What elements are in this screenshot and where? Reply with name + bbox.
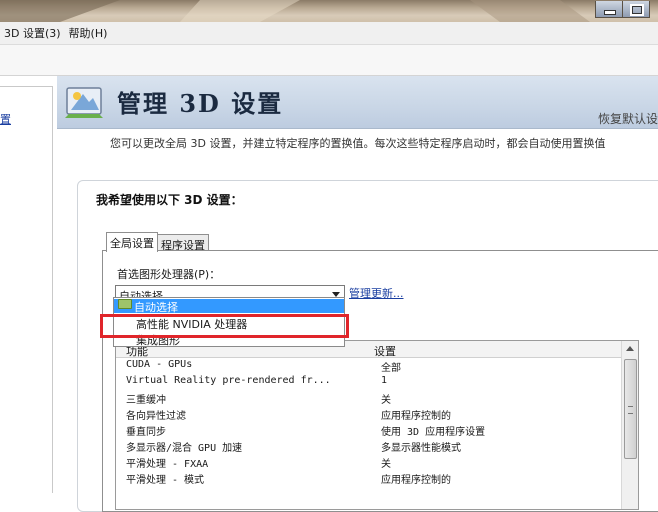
- feature-setting: 应用程序控制的: [381, 475, 451, 486]
- feature-name: Virtual Reality pre-rendered fr...: [126, 375, 331, 386]
- feature-setting: 关: [381, 395, 391, 406]
- minimize-icon: [604, 10, 616, 15]
- tab-global-settings[interactable]: 全局设置: [106, 232, 158, 252]
- settings-heading: 我希望使用以下 3D 设置：: [96, 193, 243, 207]
- highlight-annotation: [100, 314, 349, 338]
- feature-settings-list: 功能 设置 CUDA - GPUs 全部 Virtual Reality pre…: [115, 340, 639, 510]
- task-tree-panel: 置: [0, 86, 53, 493]
- tab-panel-global: 首选图形处理器(P)： 自动选择 管理更新... 功能 设置 CUDA - GP…: [102, 250, 658, 512]
- preferred-gpu-label: 首选图形处理器(P)：: [117, 268, 221, 281]
- table-row[interactable]: 三重缓冲 关: [116, 390, 621, 406]
- option-auto-select[interactable]: 自动选择: [114, 299, 344, 314]
- table-row[interactable]: 垂直同步 使用 3D 应用程序设置: [116, 422, 621, 438]
- maximize-icon: [630, 4, 644, 16]
- column-header-setting[interactable]: 设置: [374, 343, 396, 359]
- page-banner: 管理 3D 设置 恢复默认设: [57, 76, 658, 129]
- restore-defaults-link[interactable]: 恢复默认设: [598, 110, 658, 127]
- table-row[interactable]: 各向异性过滤 应用程序控制的: [116, 406, 621, 422]
- settings-tabs: 全局设置 程序设置: [106, 232, 209, 252]
- feature-setting: 使用 3D 应用程序设置: [381, 427, 486, 438]
- toolbar: [0, 45, 658, 76]
- feature-setting: 应用程序控制的: [381, 411, 451, 422]
- table-row[interactable]: Virtual Reality pre-rendered fr... 1: [116, 374, 621, 390]
- window-title-bar: [0, 0, 658, 22]
- manage-updates-link[interactable]: 管理更新...: [349, 285, 404, 301]
- feature-setting: 1: [381, 375, 388, 386]
- feature-name: 平滑处理 - FXAA: [126, 459, 209, 470]
- title-bar-wallpaper: [0, 0, 590, 22]
- nvidia-3d-settings-icon: [65, 87, 103, 118]
- feature-setting: 关: [381, 459, 391, 470]
- feature-setting: 多显示器性能模式: [381, 443, 461, 454]
- feature-name: 各向异性过滤: [126, 411, 186, 422]
- page-description: 您可以更改全局 3D 设置，并建立特定程序的置换值。每次这些特定程序启动时，都会…: [110, 137, 606, 150]
- tree-item-link[interactable]: 置: [0, 111, 11, 127]
- page-title: 管理 3D 设置: [117, 89, 284, 118]
- table-row[interactable]: 平滑处理 - 模式 应用程序控制的: [116, 470, 621, 486]
- menu-bar: 3D 设置(3) 帮助(H): [0, 22, 658, 45]
- feature-name: 多显示器/混合 GPU 加速: [126, 443, 243, 454]
- feature-name: 平滑处理 - 模式: [126, 475, 205, 486]
- tab-program-settings[interactable]: 程序设置: [157, 234, 209, 252]
- feature-name: 垂直同步: [126, 427, 166, 438]
- feature-setting: 全部: [381, 363, 401, 374]
- option-label: 自动选择: [134, 301, 178, 314]
- menu-help[interactable]: 帮助(H): [65, 25, 112, 41]
- main-content: 管理 3D 设置 恢复默认设 您可以更改全局 3D 设置，并建立特定程序的置换值…: [57, 76, 658, 512]
- menu-3d-settings[interactable]: 3D 设置(3): [0, 25, 65, 41]
- list-scrollbar[interactable]: [621, 341, 638, 509]
- table-row[interactable]: 多显示器/混合 GPU 加速 多显示器性能模式: [116, 438, 621, 454]
- scrollbar-thumb[interactable]: [624, 359, 637, 459]
- table-row[interactable]: CUDA - GPUs 全部: [116, 358, 621, 374]
- feature-name: CUDA - GPUs: [126, 359, 193, 370]
- window-controls: [595, 1, 650, 18]
- minimize-button[interactable]: [595, 1, 623, 18]
- maximize-button[interactable]: [622, 1, 650, 18]
- folder-icon: [118, 299, 132, 309]
- scroll-up-icon[interactable]: [626, 346, 634, 351]
- table-row[interactable]: 平滑处理 - FXAA 关: [116, 454, 621, 470]
- grip-icon: [628, 406, 633, 414]
- feature-name: 三重缓冲: [126, 395, 166, 406]
